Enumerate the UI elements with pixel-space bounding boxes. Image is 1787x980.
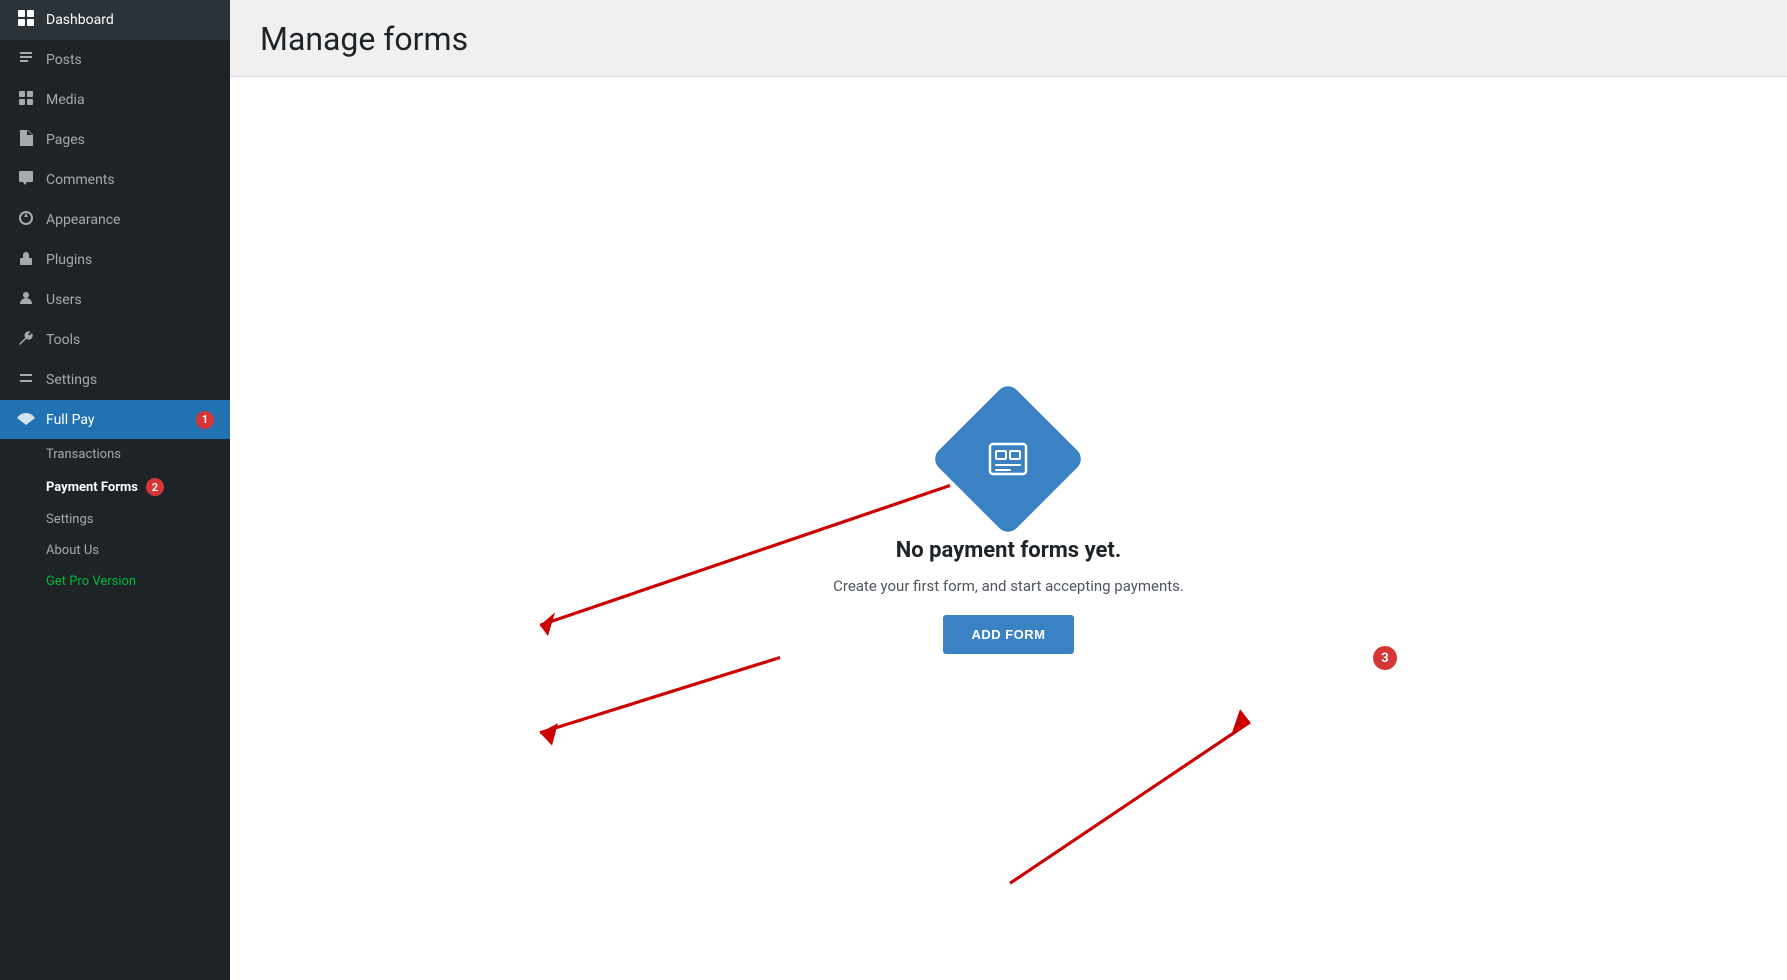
- fullpay-badge: 1: [196, 411, 214, 429]
- sidebar-item-label: Tools: [46, 332, 80, 348]
- annotation-3: 3: [1373, 646, 1397, 670]
- add-form-button[interactable]: ADD FORM: [943, 615, 1073, 654]
- page-header: Manage forms: [230, 0, 1787, 77]
- sidebar-item-comments[interactable]: Comments: [0, 160, 230, 200]
- sidebar-sub-items: Transactions Payment Forms 2 Settings Ab…: [0, 439, 230, 597]
- dashboard-icon: [16, 10, 36, 30]
- sidebar-item-posts[interactable]: Posts: [0, 40, 230, 80]
- payment-forms-badge: 2: [146, 478, 164, 496]
- sidebar-item-label: Pages: [46, 132, 85, 148]
- plugins-icon: [16, 250, 36, 270]
- sidebar-item-label: Appearance: [46, 212, 120, 228]
- sidebar-item-label: Posts: [46, 52, 82, 68]
- page-title: Manage forms: [260, 20, 1757, 58]
- sidebar-item-label: Comments: [46, 172, 115, 188]
- tools-icon: [16, 330, 36, 350]
- transactions-label: Transactions: [46, 447, 121, 462]
- users-icon: [16, 290, 36, 310]
- form-icon-inner: [983, 434, 1033, 484]
- about-us-label: About Us: [46, 543, 99, 558]
- empty-state-title: No payment forms yet.: [896, 538, 1121, 563]
- sidebar-item-dashboard[interactable]: Dashboard: [0, 0, 230, 40]
- appearance-icon: [16, 210, 36, 230]
- sidebar-item-users[interactable]: Users: [0, 280, 230, 320]
- sidebar-item-settings[interactable]: Settings: [0, 360, 230, 400]
- pages-icon: [16, 130, 36, 150]
- sidebar-item-label: Users: [46, 292, 82, 308]
- sidebar-sub-item-payment-forms[interactable]: Payment Forms 2: [0, 470, 230, 504]
- sidebar-item-label: Settings: [46, 372, 97, 388]
- empty-state: No payment forms yet. Create your first …: [833, 404, 1184, 654]
- empty-state-subtitle: Create your first form, and start accept…: [833, 577, 1184, 595]
- sidebar-sub-item-transactions[interactable]: Transactions: [0, 439, 230, 470]
- posts-icon: [16, 50, 36, 70]
- sidebar-item-media[interactable]: Media: [0, 80, 230, 120]
- sidebar-item-pages[interactable]: Pages: [0, 120, 230, 160]
- sidebar-sub-item-about-us[interactable]: About Us: [0, 535, 230, 566]
- payment-forms-label: Payment Forms: [46, 480, 138, 495]
- sidebar-item-label: Full Pay: [46, 412, 94, 428]
- sidebar-item-appearance[interactable]: Appearance: [0, 200, 230, 240]
- fullpay-icon: [16, 410, 36, 429]
- comments-icon: [16, 170, 36, 190]
- sidebar: Dashboard Posts Media Pages Comments App…: [0, 0, 230, 980]
- sidebar-item-label: Media: [46, 92, 85, 108]
- sidebar-sub-item-settings[interactable]: Settings: [0, 504, 230, 535]
- sidebar-item-fullpay[interactable]: Full Pay 1: [0, 400, 230, 439]
- page-body: No payment forms yet. Create your first …: [230, 77, 1787, 980]
- sidebar-item-label: Plugins: [46, 252, 92, 268]
- media-icon: [16, 90, 36, 110]
- get-pro-link[interactable]: Get Pro Version: [0, 566, 230, 597]
- main-content: Manage forms No payment forms yet. Creat…: [230, 0, 1787, 980]
- sidebar-item-tools[interactable]: Tools: [0, 320, 230, 360]
- settings-icon: [16, 370, 36, 390]
- sidebar-item-plugins[interactable]: Plugins: [0, 240, 230, 280]
- form-diamond-icon: [931, 381, 1087, 537]
- settings-sub-label: Settings: [46, 512, 93, 527]
- sidebar-item-label: Dashboard: [46, 12, 114, 28]
